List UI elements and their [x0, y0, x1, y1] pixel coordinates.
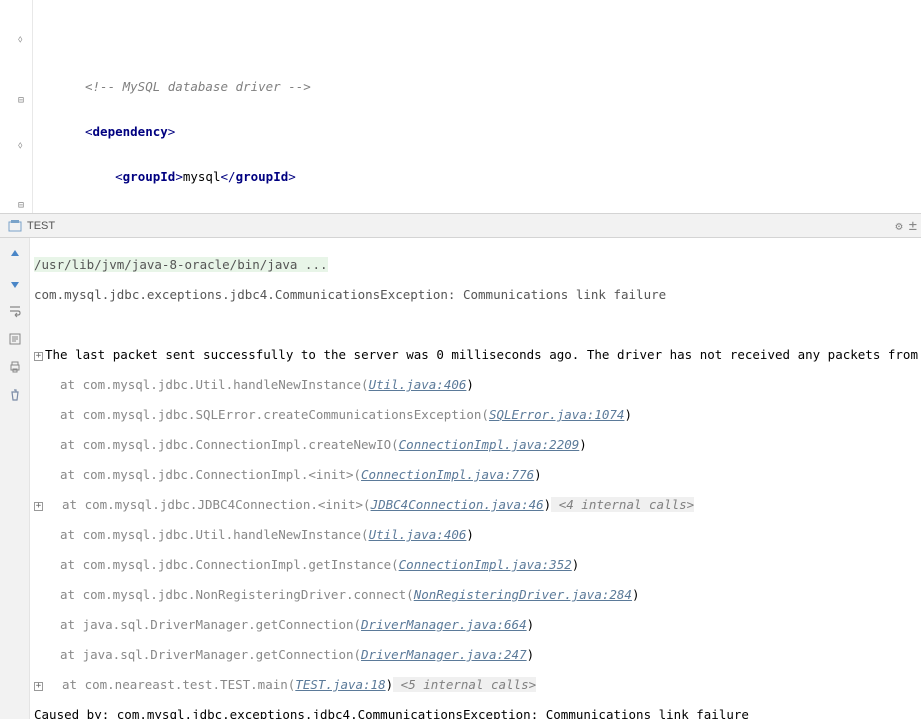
console-tab-bar: TEST ⚙ ± [0, 214, 921, 238]
java-command: /usr/lib/jvm/java-8-oracle/bin/java ... [34, 257, 328, 272]
gear-icon[interactable]: ⚙ [895, 219, 902, 233]
source-link[interactable]: TEST.java:18 [295, 677, 385, 692]
source-link[interactable]: ConnectionImpl.java:352 [399, 557, 572, 572]
source-link[interactable]: ConnectionImpl.java:2209 [399, 437, 580, 452]
editor-gutter: ⬨ ⊟ ⬨ ⊟ [0, 0, 33, 213]
source-link[interactable]: Util.java:406 [369, 377, 467, 392]
source-link[interactable]: DriverManager.java:247 [361, 647, 527, 662]
expand-icon[interactable]: + [34, 682, 43, 691]
source-link[interactable]: JDBC4Connection.java:46 [371, 497, 544, 512]
run-config-icon [8, 219, 22, 233]
scroll-end-button[interactable] [6, 330, 24, 348]
console-output[interactable]: /usr/lib/jvm/java-8-oracle/bin/java ... … [30, 238, 921, 719]
fold-icon[interactable]: ⬨ [18, 34, 30, 46]
fold-icon[interactable]: ⊟ [18, 95, 30, 107]
print-button[interactable] [6, 358, 24, 376]
code-editor[interactable]: <!-- MySQL database driver --> <dependen… [33, 0, 921, 213]
tab-label: TEST [27, 220, 55, 232]
soft-wrap-button[interactable] [6, 302, 24, 320]
expand-icon[interactable]: + [34, 502, 43, 511]
source-link[interactable]: DriverManager.java:664 [361, 617, 527, 632]
source-link[interactable]: ConnectionImpl.java:776 [361, 467, 534, 482]
fold-icon[interactable]: ⬨ [18, 140, 30, 152]
console-pane: /usr/lib/jvm/java-8-oracle/bin/java ... … [0, 238, 921, 719]
xml-comment: <!-- MySQL database driver --> [85, 79, 311, 94]
up-trace-button[interactable] [6, 246, 24, 264]
exception-line: com.mysql.jdbc.exceptions.jdbc4.Communic… [34, 287, 921, 302]
console-tab[interactable]: TEST [0, 214, 63, 237]
source-link[interactable]: SQLError.java:1074 [489, 407, 624, 422]
caused-by-line: Caused by: com.mysql.jdbc.exceptions.jdb… [34, 707, 921, 719]
editor-pane: ⬨ ⊟ ⬨ ⊟ <!-- MySQL database driver --> <… [0, 0, 921, 214]
source-link[interactable]: Util.java:406 [369, 527, 467, 542]
minimize-icon[interactable]: ± [909, 218, 917, 234]
down-trace-button[interactable] [6, 274, 24, 292]
console-toolbar [0, 238, 30, 719]
expand-icon[interactable]: + [34, 352, 43, 361]
fold-icon[interactable]: ⊟ [18, 200, 30, 212]
clear-button[interactable] [6, 386, 24, 404]
source-link[interactable]: NonRegisteringDriver.java:284 [414, 587, 632, 602]
